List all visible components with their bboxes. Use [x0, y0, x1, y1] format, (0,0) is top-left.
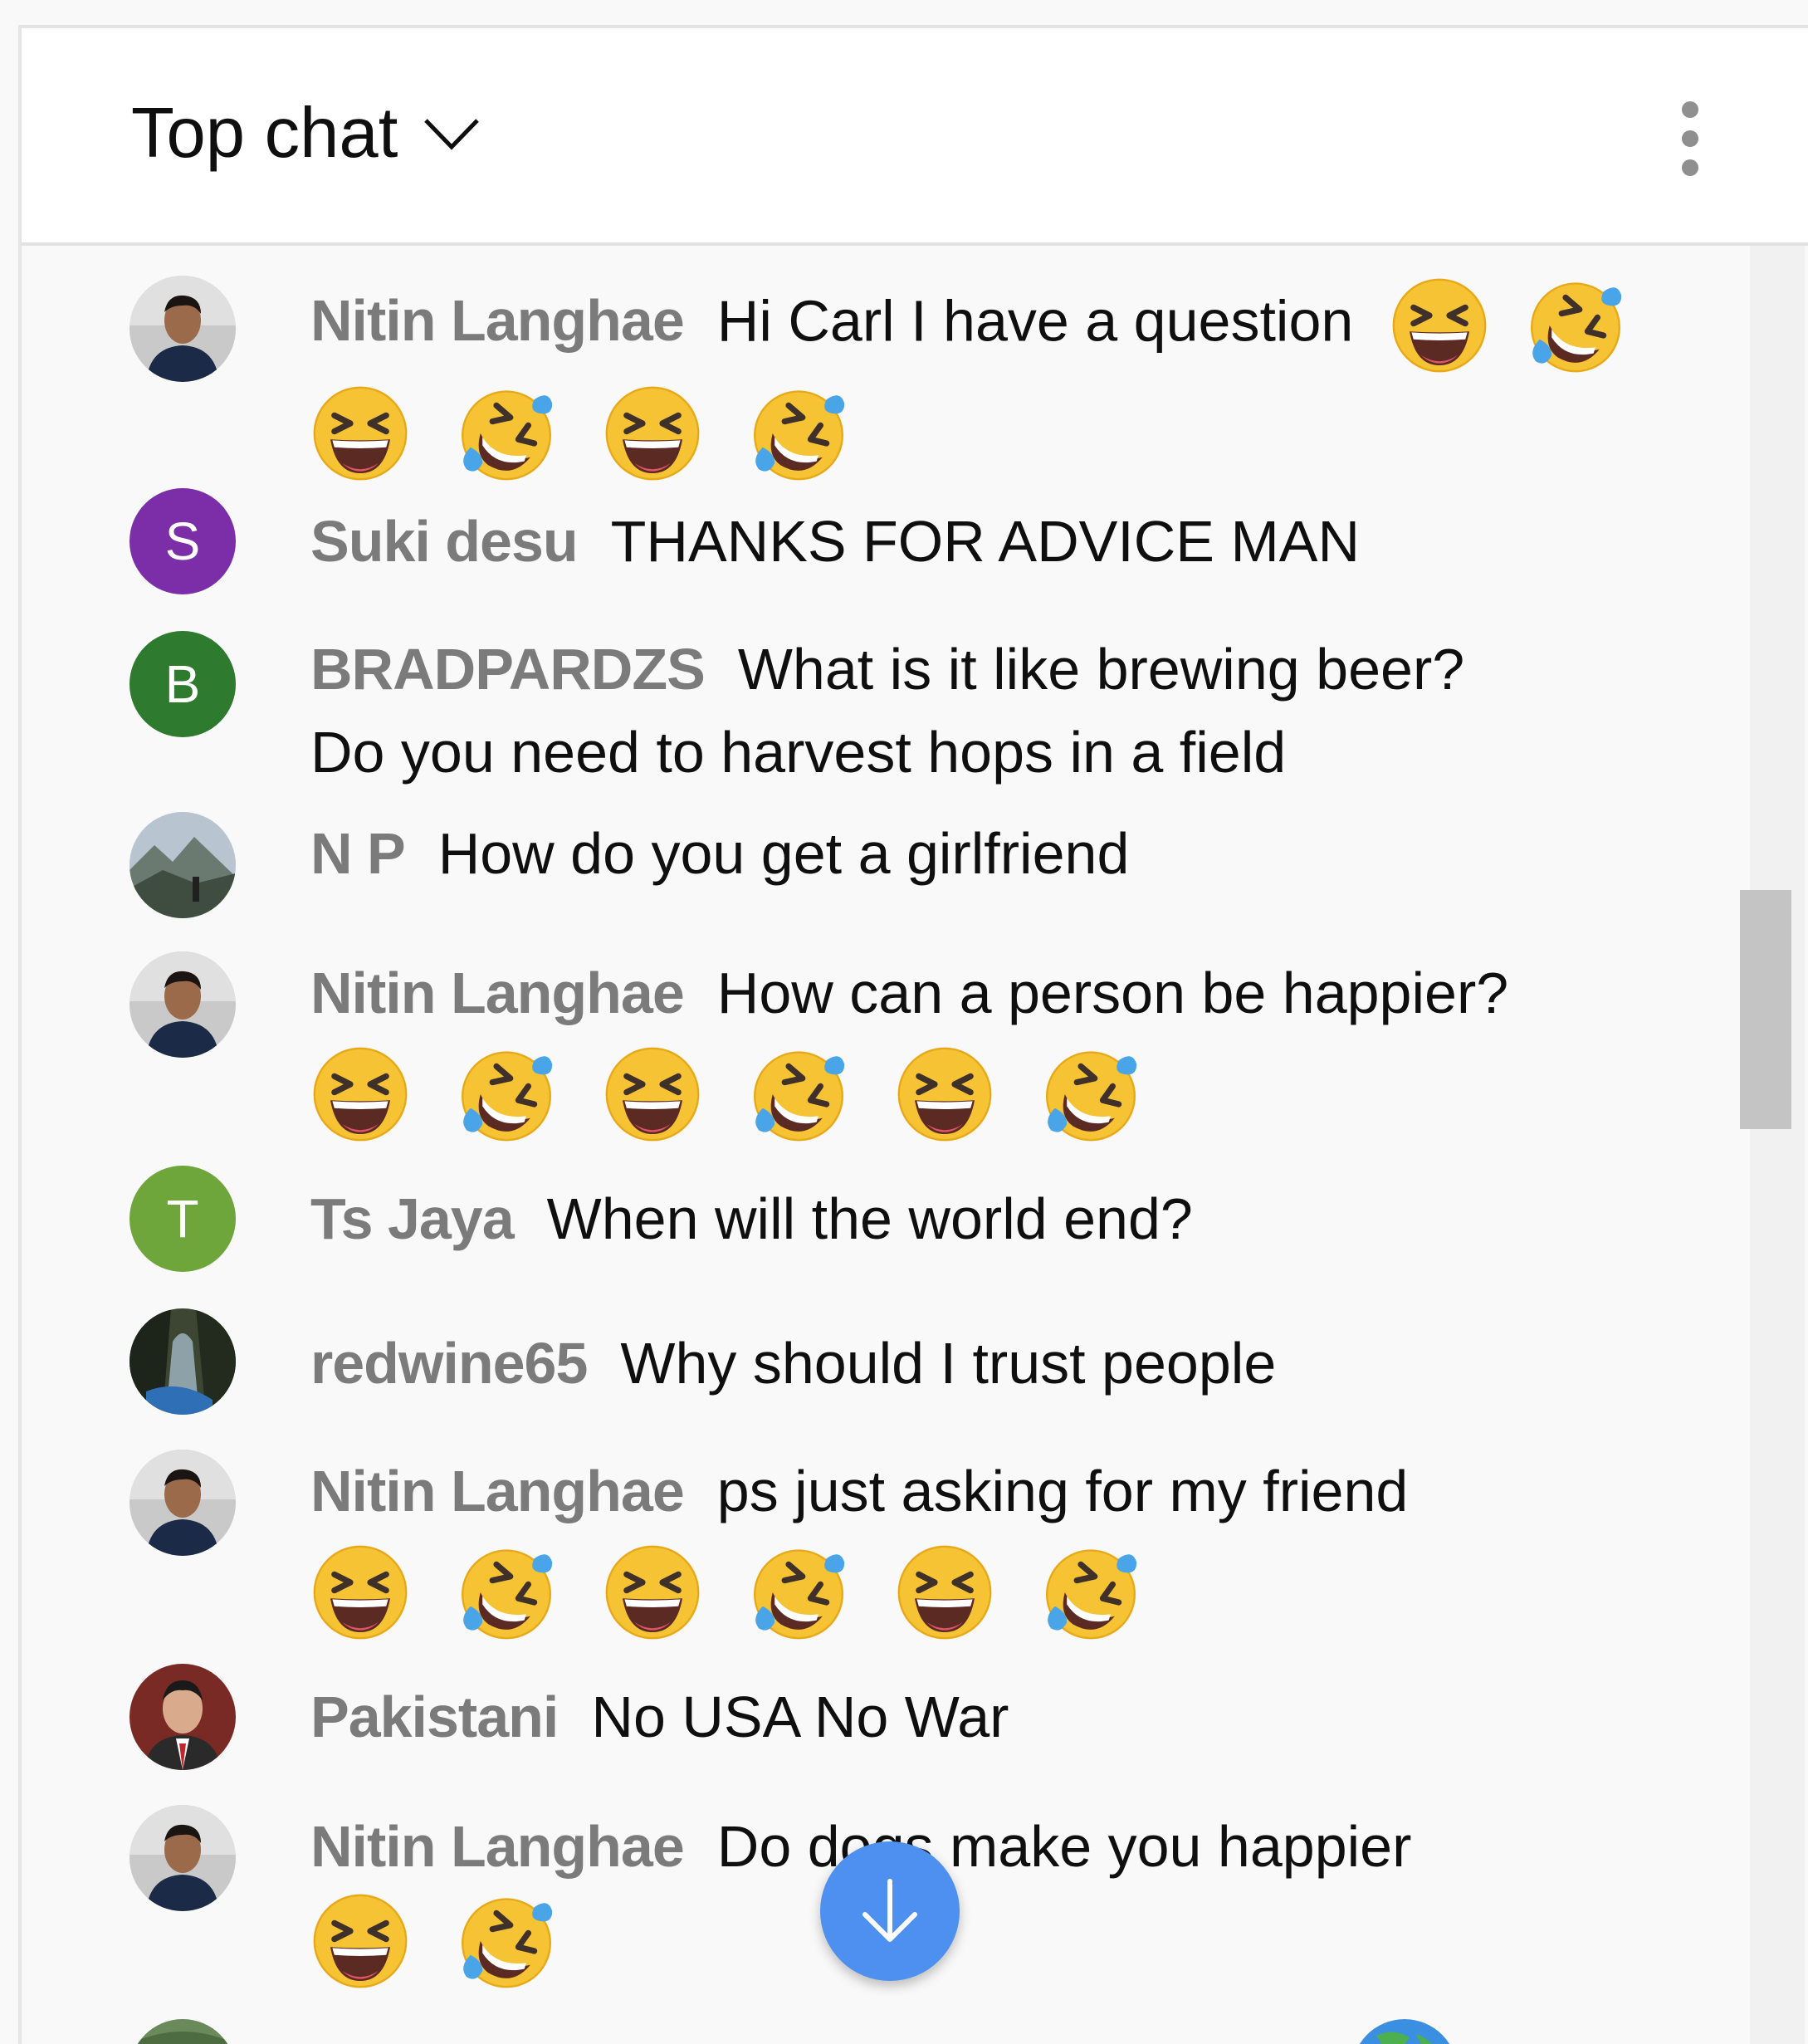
- laughing-emoji: [603, 1543, 702, 1642]
- rofl-emoji: [457, 1044, 556, 1144]
- letter-avatar[interactable]: B: [129, 631, 236, 737]
- message-author[interactable]: Nitin Langhae: [310, 288, 685, 353]
- message-text: How do you get a girlfriend: [437, 821, 1130, 886]
- message-author[interactable]: redwine65: [310, 1331, 588, 1396]
- rofl-emoji: [1526, 276, 1625, 375]
- arrow-down-icon: [862, 1879, 917, 1942]
- message-body: N P How do you get a girlfriend: [310, 812, 1665, 895]
- message-body: Pakistani No USA No War: [310, 1675, 1665, 1758]
- message-author[interactable]: Suki desu: [310, 509, 579, 574]
- message-body: Nitin Langhae How can a person be happier…: [310, 951, 1665, 1144]
- mountain-photo-avatar[interactable]: [129, 812, 236, 918]
- emoji-row: [310, 1044, 1665, 1144]
- laughing-emoji: [603, 1044, 702, 1144]
- laughing-emoji: [310, 1891, 410, 1991]
- message-text: Hi Carl I have a question: [716, 288, 1354, 354]
- chat-mode-label: Top chat: [131, 94, 398, 173]
- message-author[interactable]: Nitin Langhae: [310, 1459, 685, 1523]
- laughing-emoji: [603, 384, 702, 483]
- message-author[interactable]: Nitin Langhae: [310, 961, 685, 1025]
- rofl-emoji: [1041, 1044, 1141, 1144]
- portrait-photo-avatar[interactable]: [129, 1664, 236, 1770]
- message-author[interactable]: Pakistani: [310, 1685, 559, 1749]
- rofl-emoji: [457, 1543, 556, 1642]
- scroll-to-bottom-button[interactable]: [820, 1841, 960, 1981]
- live-chat-panel: Top chat Nitin Langhae Hi Carl I have a q…: [18, 25, 1808, 2044]
- person-photo-avatar[interactable]: [129, 1805, 236, 1911]
- person-photo-avatar[interactable]: [129, 951, 236, 1058]
- chat-scrollbar-thumb[interactable]: [1740, 890, 1791, 1129]
- emoji-row: [310, 1543, 1665, 1642]
- person-photo-avatar[interactable]: [129, 276, 236, 382]
- message-body: Ts Jaya When will the world end?: [310, 1177, 1665, 1260]
- letter-avatar[interactable]: T: [129, 1166, 236, 1272]
- rofl-emoji: [749, 1044, 848, 1144]
- laughing-emoji: [310, 384, 410, 483]
- message-body: Nitin Langhae Hi Carl I have a question: [310, 276, 1665, 483]
- rofl-emoji: [1041, 1543, 1141, 1642]
- message-body: Nitin Langhae ps just asking for my frien…: [310, 1450, 1665, 1642]
- message-text: No USA No War: [591, 1685, 1009, 1749]
- message-text: Why should I trust people: [620, 1331, 1277, 1396]
- rofl-emoji: [457, 384, 556, 483]
- avatar-letter: B: [164, 654, 201, 714]
- message-body: Suki desu THANKS FOR ADVICE MAN: [310, 500, 1665, 583]
- message-text: How can a person be happier?: [716, 961, 1509, 1025]
- chat-scrollbar-track[interactable]: [1750, 246, 1805, 2044]
- person-photo-avatar[interactable]: [129, 1450, 236, 1556]
- chevron-down-icon: [424, 118, 480, 150]
- laughing-emoji: [895, 1543, 994, 1642]
- emoji-row: [310, 1891, 1665, 1991]
- rofl-emoji: [749, 384, 848, 483]
- message-author[interactable]: N P: [310, 821, 406, 886]
- top-chat-dropdown[interactable]: Top chat: [131, 98, 481, 169]
- message-author[interactable]: Nitin Langhae: [310, 1814, 685, 1879]
- avatar-letter: T: [166, 1189, 199, 1249]
- rofl-emoji: [749, 1543, 848, 1642]
- message-body: Nitin Langhae Do dogs make you happier: [310, 1805, 1665, 1991]
- message-text: Do dogs make you happier: [716, 1814, 1412, 1879]
- laughing-emoji: [310, 1044, 410, 1144]
- message-body: BRADPARDZS What is it like brewing beer? …: [310, 628, 1522, 794]
- more-vertical-icon[interactable]: [1680, 101, 1700, 176]
- message-text: When will the world end?: [546, 1186, 1193, 1251]
- forest-photo-avatar[interactable]: [129, 1308, 236, 1415]
- letter-avatar[interactable]: S: [129, 488, 236, 594]
- message-text: THANKS FOR ADVICE MAN: [610, 509, 1360, 574]
- laughing-emoji: [310, 1543, 410, 1642]
- rofl-emoji: [457, 1891, 556, 1991]
- message-text: ps just asking for my friend: [716, 1459, 1409, 1523]
- message-author[interactable]: Ts Jaya: [310, 1186, 515, 1251]
- avatar-letter: S: [164, 511, 201, 571]
- laughing-emoji: [895, 1044, 994, 1144]
- message-author[interactable]: BRADPARDZS: [310, 637, 706, 702]
- laughing-emoji: [1390, 276, 1489, 375]
- chat-header: Top chat: [22, 28, 1808, 246]
- message-body: redwine65 Why should I trust people: [310, 1322, 1665, 1405]
- emoji-row: [310, 384, 1665, 483]
